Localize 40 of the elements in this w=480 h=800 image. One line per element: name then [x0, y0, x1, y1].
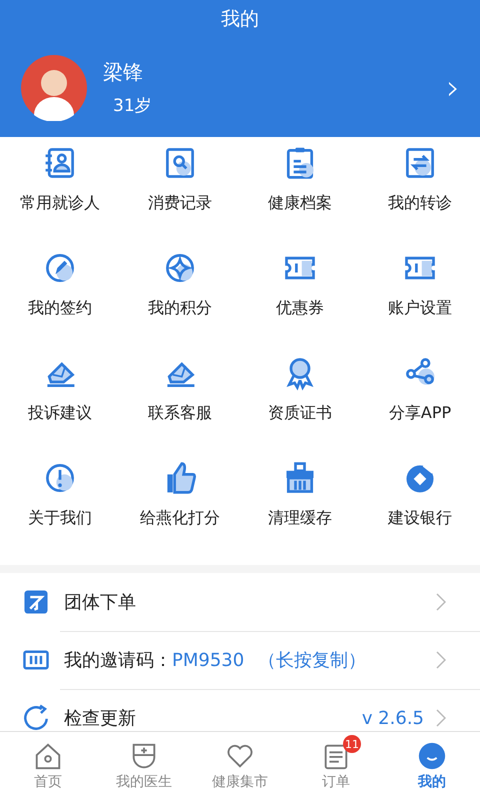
list-item[interactable]: 我的邀请码：	[64, 648, 172, 672]
menu-item[interactable]: 关于我们	[28, 508, 92, 529]
menu-item[interactable]: 我的积分	[148, 298, 212, 319]
user-age: 31岁	[113, 94, 152, 116]
chevron-icon	[436, 593, 446, 611]
menu-item[interactable]: 联系客服	[148, 403, 212, 424]
tab[interactable]: 首页	[0, 732, 96, 800]
count-badge: 11	[343, 735, 361, 753]
home-icon	[33, 741, 63, 771]
tab[interactable]: 11 订单	[288, 732, 384, 800]
copy-hint: （长按复制）	[258, 649, 366, 672]
chevron-icon	[436, 651, 446, 669]
tab[interactable]: 我的医生	[96, 732, 192, 800]
user-name: 梁锋	[103, 58, 143, 86]
list-item[interactable]: 团体下单	[64, 590, 136, 614]
refresh-icon	[22, 704, 50, 731]
menu-item[interactable]: 资质证书	[268, 403, 332, 424]
menu-item[interactable]: 投诉建议	[28, 403, 92, 424]
menu-item[interactable]: 给燕化打分	[140, 508, 220, 529]
invite-code: PM9530	[172, 650, 244, 670]
page-title: 我的	[220, 7, 260, 32]
menu-item[interactable]: 我的转诊	[388, 193, 452, 214]
chevron-icon[interactable]: ›	[446, 70, 460, 104]
menu-item[interactable]: 建设银行	[388, 508, 452, 529]
menu-item[interactable]: 分享APP	[388, 403, 452, 424]
version-text: v 2.6.5	[362, 708, 424, 728]
list-item[interactable]: 检查更新	[64, 706, 136, 730]
menu-item[interactable]: 清理缓存	[268, 508, 332, 529]
team-icon	[22, 588, 50, 616]
menu-item[interactable]: 优惠券	[276, 298, 324, 319]
menu-item[interactable]: 消费记录	[148, 193, 212, 214]
tab[interactable]: 我的	[384, 732, 480, 800]
smile-icon	[417, 741, 447, 771]
menu-item[interactable]: 健康档案	[268, 193, 332, 214]
menu-item[interactable]: 常用就诊人	[20, 193, 100, 214]
menu-item[interactable]: 我的签约	[28, 298, 92, 319]
avatar[interactable]	[21, 54, 87, 120]
chevron-icon	[436, 709, 446, 727]
tab[interactable]: 健康集市	[192, 732, 288, 800]
menu-item[interactable]: 账户设置	[388, 298, 452, 319]
